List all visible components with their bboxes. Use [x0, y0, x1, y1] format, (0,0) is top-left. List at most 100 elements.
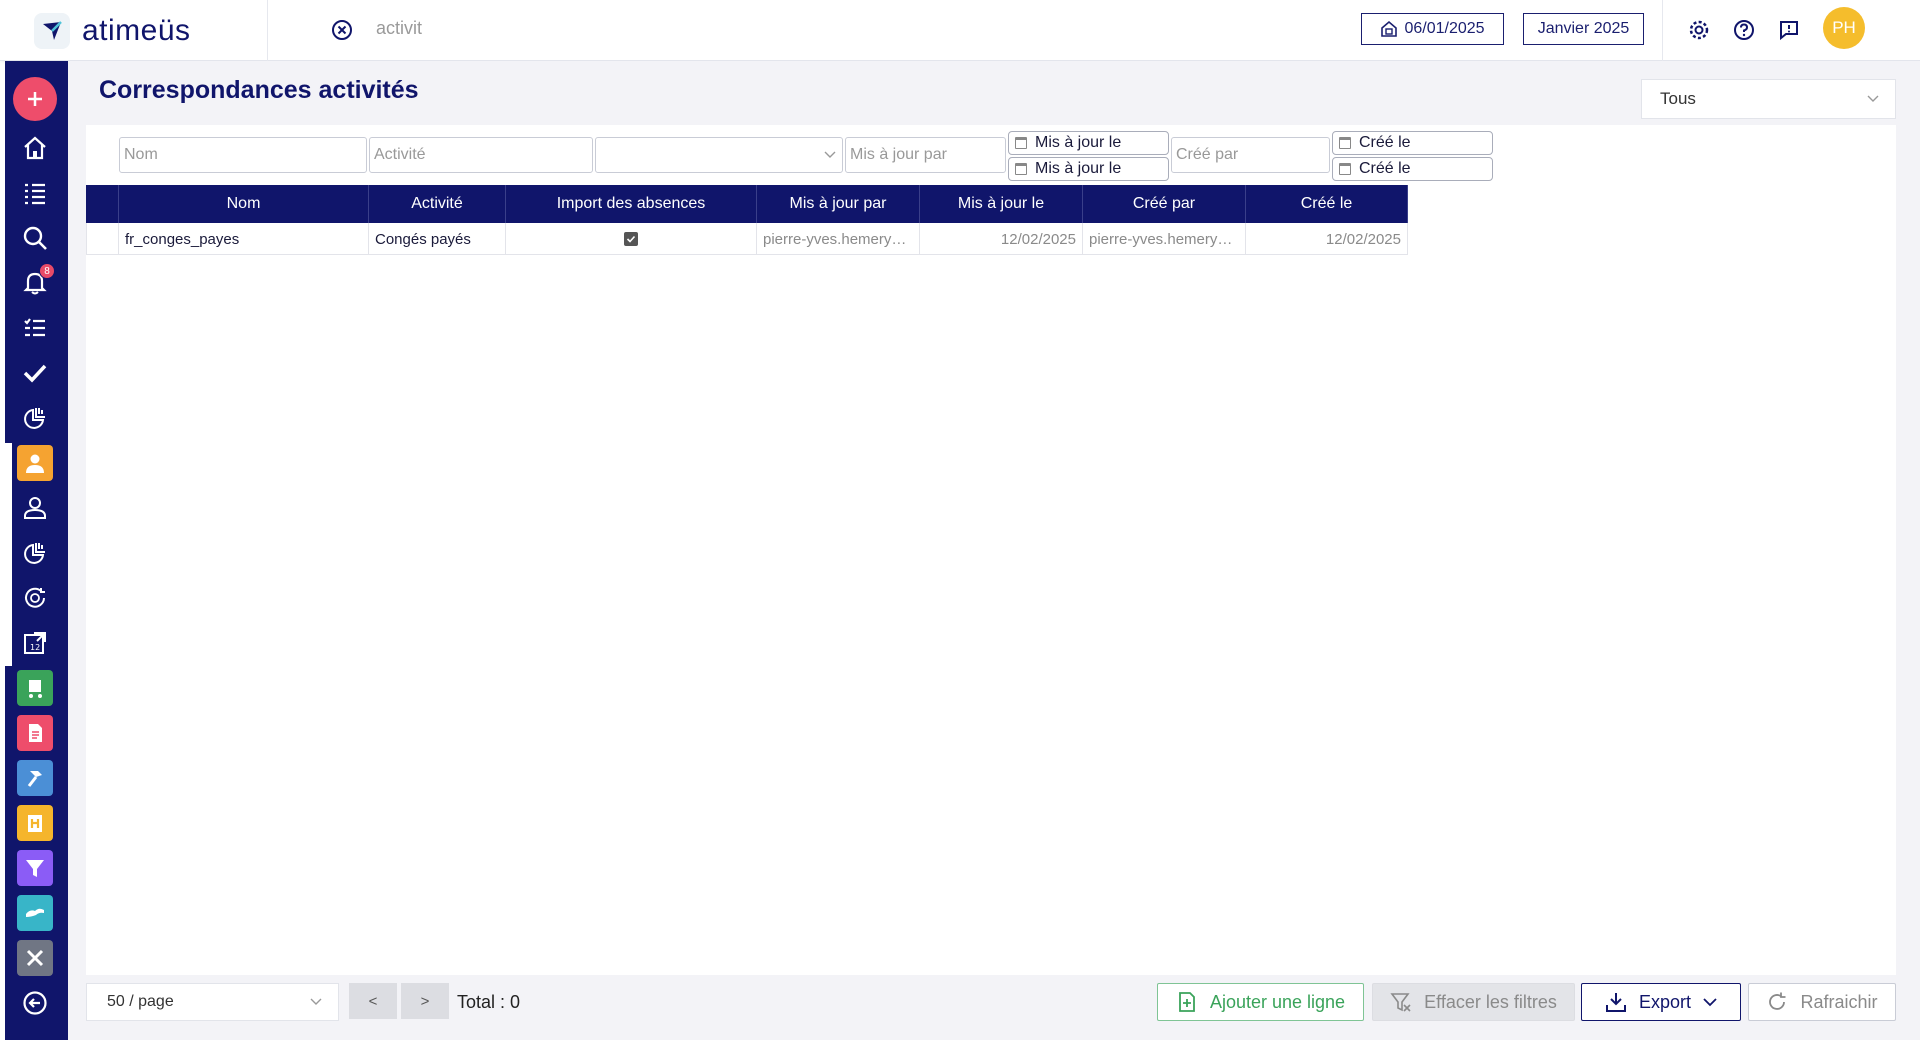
cell-maj-par[interactable]: pierre-yves.hemery…	[757, 223, 920, 255]
sidebar-item-app-green[interactable]	[13, 666, 57, 710]
current-date-button[interactable]: 06/01/2025	[1361, 13, 1504, 45]
checkbox-checked-icon[interactable]	[624, 232, 638, 246]
sidebar-item-home[interactable]	[13, 126, 57, 170]
feedback-icon[interactable]	[1776, 17, 1802, 43]
sidebar-item-app-handshake[interactable]	[13, 891, 57, 935]
column-header-cree-par[interactable]: Créé par	[1083, 185, 1246, 223]
sidebar-item-validation[interactable]	[13, 351, 57, 395]
sidebar-item-app-filter[interactable]	[13, 846, 57, 890]
brand-name: atimeüs	[82, 13, 191, 47]
filter-maj-par-input[interactable]: Mis à jour par	[845, 137, 1006, 173]
chevron-down-icon	[310, 998, 322, 1005]
clear-search-icon[interactable]	[331, 19, 353, 41]
sidebar-item-app-tools[interactable]	[13, 756, 57, 800]
prev-page-button[interactable]: <	[349, 983, 397, 1019]
list-icon	[25, 183, 45, 205]
period-button[interactable]: Janvier 2025	[1523, 13, 1644, 45]
notification-badge: 8	[39, 263, 55, 279]
calendar-export-icon: 12	[24, 632, 46, 654]
chevron-down-icon	[824, 151, 836, 158]
filter-cree-le-from-label: Créé le	[1359, 134, 1411, 151]
logo-icon	[34, 12, 70, 49]
filter-cree-par-input[interactable]: Créé par	[1171, 137, 1330, 173]
settings-gear-icon[interactable]	[1686, 17, 1712, 43]
cell-activite[interactable]: Congés payés	[369, 223, 506, 255]
sidebar-item-list[interactable]	[13, 171, 57, 215]
calendar-icon	[1015, 163, 1027, 175]
refresh-button[interactable]: Rafraichir	[1748, 983, 1896, 1021]
tools-tile-icon	[17, 940, 53, 976]
plus-icon	[13, 77, 57, 121]
search-input[interactable]: activit	[376, 18, 422, 39]
chevron-down-icon	[1867, 95, 1879, 102]
next-page-button[interactable]: >	[401, 983, 449, 1019]
sidebar-item-analytics[interactable]	[13, 531, 57, 575]
calendar-icon	[1339, 163, 1351, 175]
scope-select[interactable]: Tous	[1641, 79, 1896, 119]
filter-import-select[interactable]	[595, 137, 843, 173]
clock-euro-icon	[25, 587, 45, 608]
column-header-import-absences[interactable]: Import des absences	[506, 185, 757, 223]
column-header-maj-par[interactable]: Mis à jour par	[757, 185, 920, 223]
document-tile-icon	[17, 715, 53, 751]
sidebar-item-employee[interactable]	[13, 441, 57, 485]
row-selector[interactable]	[86, 223, 119, 255]
cell-nom[interactable]: fr_conges_payes	[119, 223, 369, 255]
user-icon	[24, 497, 46, 519]
table-row[interactable]: fr_conges_payes Congés payés pierre-yves…	[86, 223, 1408, 255]
filter-cree-le-from[interactable]: Créé le	[1332, 131, 1493, 155]
brand-logo[interactable]: atimeüs	[0, 0, 268, 61]
chart-pie-icon	[24, 408, 45, 429]
export-button[interactable]: Export	[1581, 983, 1741, 1021]
sidebar-section-marker	[5, 443, 12, 666]
scope-select-value: Tous	[1660, 89, 1696, 108]
sidebar-item-app-document[interactable]	[13, 711, 57, 755]
column-header-activite[interactable]: Activité	[369, 185, 506, 223]
user-avatar[interactable]: PH	[1823, 7, 1865, 49]
filter-activite-input[interactable]: Activité	[369, 137, 593, 173]
sidebar-item-notifications[interactable]: 8	[13, 261, 57, 305]
filter-nom-input[interactable]: Nom	[119, 137, 367, 173]
page-size-value: 50 / page	[107, 993, 174, 1010]
sidebar-item-checklist[interactable]	[13, 306, 57, 350]
page-size-select[interactable]: 50 / page	[86, 983, 339, 1021]
sidebar-collapse-button[interactable]	[13, 981, 57, 1025]
sidebar-item-reports[interactable]	[13, 396, 57, 440]
cell-cree-par[interactable]: pierre-yves.hemery…	[1083, 223, 1246, 255]
building-tile-icon	[17, 805, 53, 841]
refresh-icon	[1769, 992, 1786, 1010]
sidebar-item-time[interactable]	[13, 576, 57, 620]
help-icon[interactable]	[1731, 17, 1757, 43]
sidebar-item-app-building[interactable]	[13, 801, 57, 845]
refresh-label: Rafraichir	[1800, 991, 1878, 1012]
filter-maj-le-to-label: Mis à jour le	[1035, 160, 1122, 177]
checklist-icon	[24, 318, 45, 337]
person-tile-icon	[17, 445, 53, 481]
sidebar-item-calendar[interactable]: 12	[13, 621, 57, 665]
table-header: Nom Activité Import des absences Mis à j…	[86, 185, 1408, 223]
cell-import-absences[interactable]	[506, 223, 757, 255]
handshake-tile-icon	[17, 895, 53, 931]
sidebar-item-app-settings[interactable]	[13, 936, 57, 980]
column-header-nom[interactable]: Nom	[119, 185, 369, 223]
cell-maj-le[interactable]: 12/02/2025	[920, 223, 1083, 255]
sidebar-item-search[interactable]	[13, 216, 57, 260]
row-selector-header[interactable]	[86, 185, 119, 223]
sidebar-item-person[interactable]	[13, 486, 57, 530]
svg-text:12: 12	[30, 643, 40, 652]
funnel-tile-icon	[17, 850, 53, 886]
clear-filters-button[interactable]: Effacer les filtres	[1372, 983, 1575, 1021]
column-header-maj-le[interactable]: Mis à jour le	[920, 185, 1083, 223]
chart-pie-icon	[24, 543, 45, 564]
filter-maj-le-to[interactable]: Mis à jour le	[1008, 157, 1169, 181]
column-header-cree-le[interactable]: Créé le	[1246, 185, 1408, 223]
top-bar: atimeüs activit 06/01/2025 Janvier 2025 …	[0, 0, 1920, 61]
add-row-label: Ajouter une ligne	[1209, 991, 1346, 1012]
check-icon	[23, 364, 47, 383]
filter-cree-le-to[interactable]: Créé le	[1332, 157, 1493, 181]
cell-cree-le[interactable]: 12/02/2025	[1246, 223, 1408, 255]
filter-maj-le-from[interactable]: Mis à jour le	[1008, 131, 1169, 155]
add-row-button[interactable]: Ajouter une ligne	[1157, 983, 1364, 1021]
sidebar-add-button[interactable]	[13, 77, 57, 121]
calendar-home-icon	[1381, 20, 1398, 37]
